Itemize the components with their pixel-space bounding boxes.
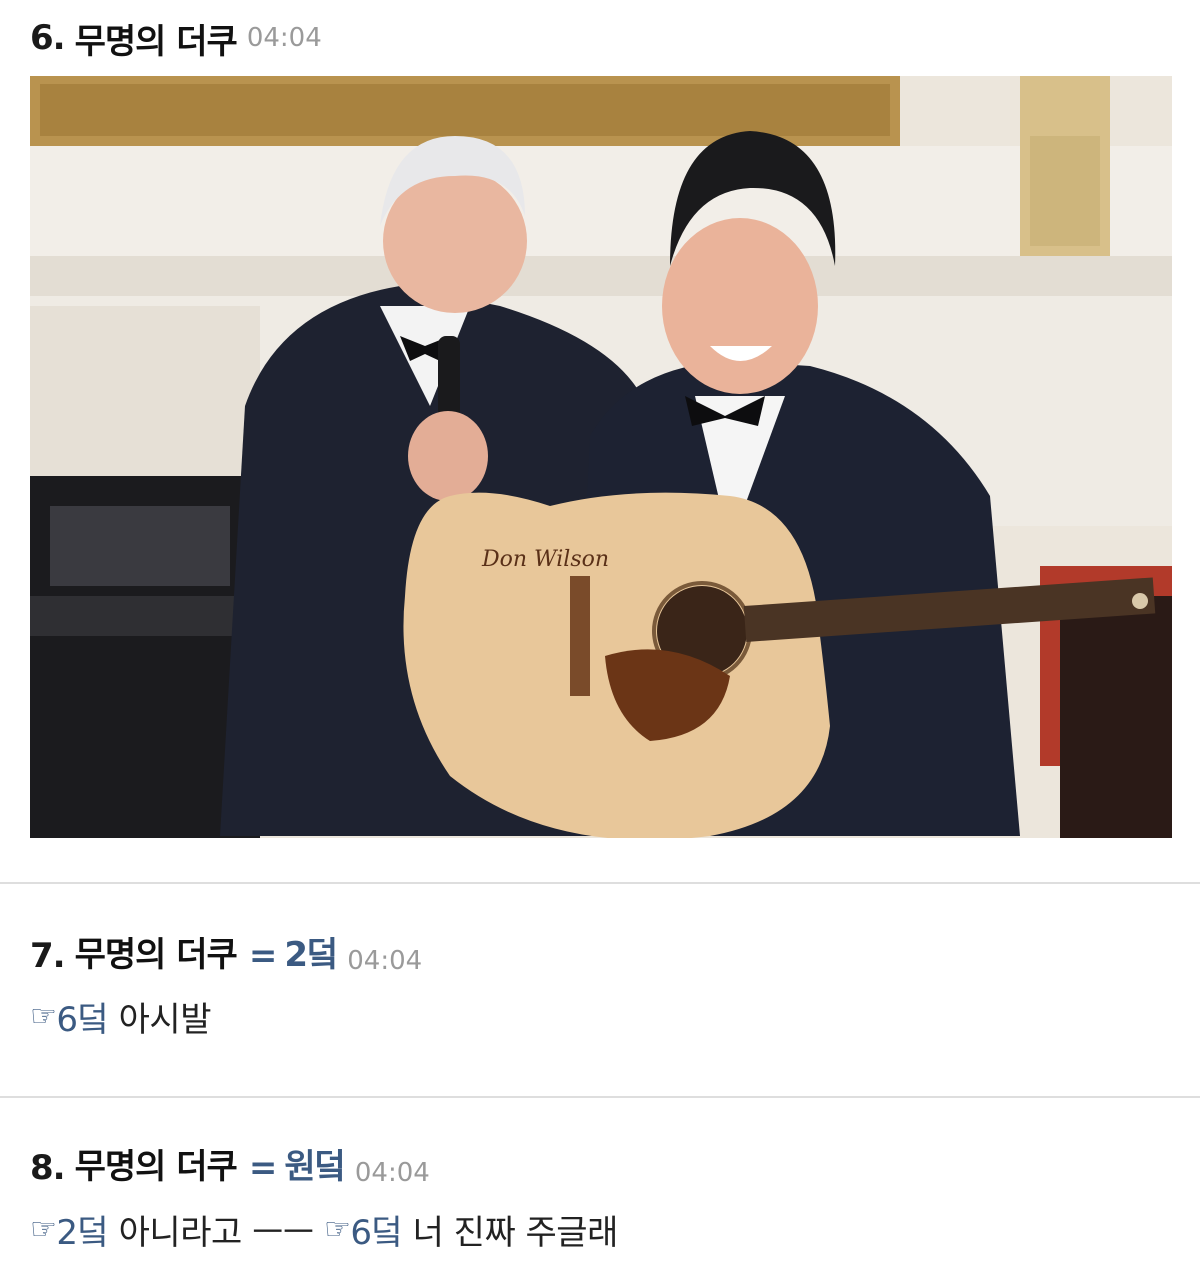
comment-photo[interactable]: Don Wilson xyxy=(30,76,1172,838)
pointer-icon: ☞ xyxy=(30,998,57,1034)
pointer-icon: ☞ xyxy=(323,1211,351,1247)
reply-ref-link[interactable]: 6덬 xyxy=(56,992,108,1041)
comment-time: 04:04 xyxy=(354,1158,430,1188)
comment-6: 6. 무명의 더쿠 04:04 Don Wilson xyxy=(0,0,1200,838)
comment-body: ☞ 6덬 아시발 xyxy=(0,976,1200,1056)
reply-target[interactable]: 원덬 xyxy=(284,1139,346,1188)
reply-equals: = xyxy=(248,1148,277,1188)
comment-number: 8. xyxy=(30,1148,66,1188)
comment-text: 아시발 xyxy=(108,999,212,1040)
svg-text:Don Wilson: Don Wilson xyxy=(481,547,609,572)
comment-7: 7. 무명의 더쿠 = 2덬 04:04 ☞ 6덬 아시발 xyxy=(0,884,1200,1056)
comment-text: 너 진짜 주글래 xyxy=(402,1212,619,1253)
reply-ref-link[interactable]: 6덬 xyxy=(350,1205,402,1254)
comment-nickname[interactable]: 무명의 더쿠 xyxy=(75,14,238,63)
photo-icon: Don Wilson xyxy=(30,76,1172,838)
comment-time: 04:04 xyxy=(246,23,322,53)
comment-header: 7. 무명의 더쿠 = 2덬 04:04 xyxy=(0,884,1200,976)
comment-nickname[interactable]: 무명의 더쿠 xyxy=(75,1139,238,1188)
comment-body: ☞ 2덬 아니라고 ㅡㅡ ☞ 6덬 너 진짜 주글래 xyxy=(0,1188,1200,1270)
comment-8: 8. 무명의 더쿠 = 원덬 04:04 ☞ 2덬 아니라고 ㅡㅡ ☞ 6덬 너… xyxy=(0,1098,1200,1270)
comment-header: 6. 무명의 더쿠 04:04 xyxy=(0,0,1200,76)
pointer-icon: ☞ xyxy=(30,1211,57,1247)
comment-number: 7. xyxy=(30,936,66,976)
comment-time: 04:04 xyxy=(347,946,423,976)
comment-header: 8. 무명의 더쿠 = 원덬 04:04 xyxy=(0,1098,1200,1188)
reply-equals: = xyxy=(248,936,277,976)
reply-target[interactable]: 2덬 xyxy=(284,927,338,976)
comment-number: 6. xyxy=(30,18,66,58)
reply-ref-link[interactable]: 2덬 xyxy=(56,1205,108,1254)
comment-text: 아니라고 ㅡㅡ xyxy=(108,1212,324,1253)
comment-nickname[interactable]: 무명의 더쿠 xyxy=(75,927,238,976)
